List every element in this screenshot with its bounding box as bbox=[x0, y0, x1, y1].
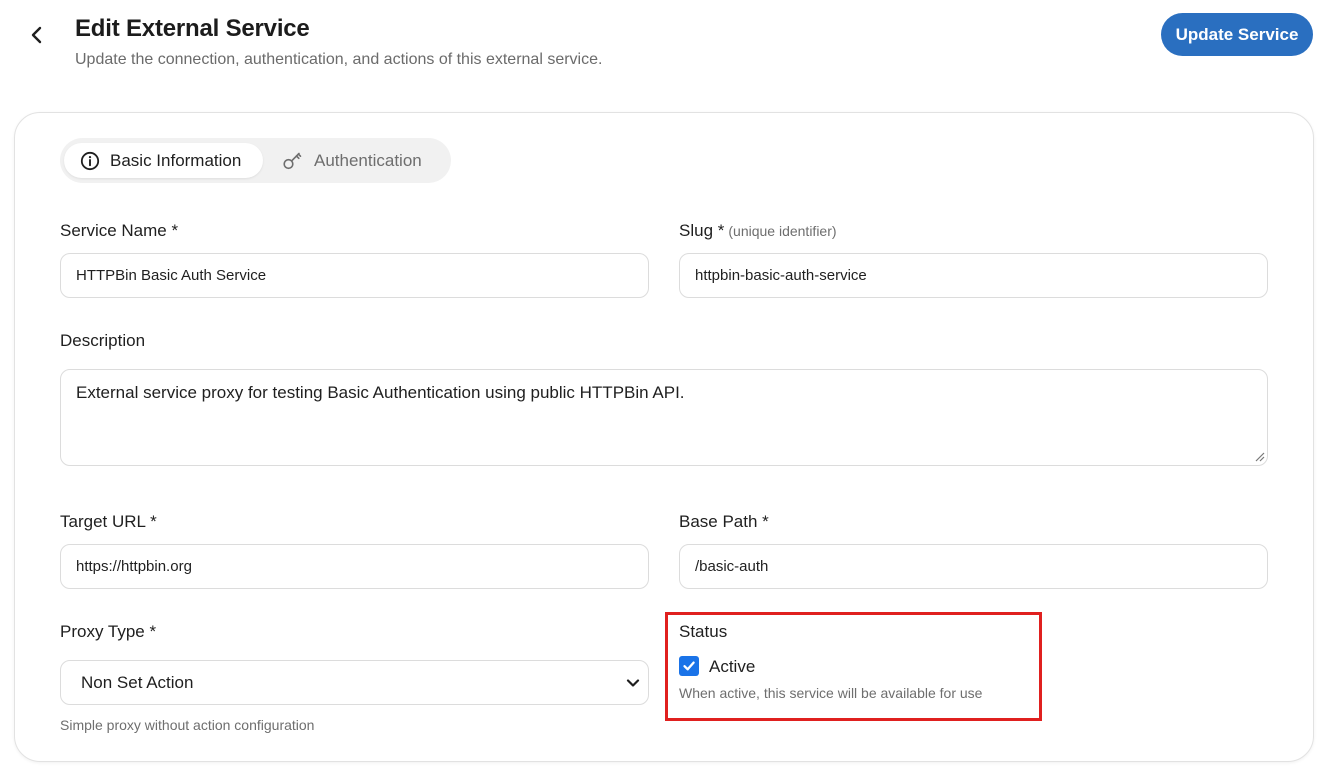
update-service-button[interactable]: Update Service bbox=[1161, 13, 1313, 56]
proxy-type-label: Proxy Type * bbox=[60, 622, 157, 641]
active-checkbox-label[interactable]: Active bbox=[709, 657, 755, 677]
chevron-down-icon bbox=[626, 679, 640, 687]
proxy-type-help: Simple proxy without action configuratio… bbox=[60, 717, 315, 733]
page-subtitle: Update the connection, authentication, a… bbox=[75, 51, 603, 68]
slug-input[interactable] bbox=[679, 253, 1268, 298]
chevron-left-icon bbox=[31, 26, 42, 44]
tab-basic-information[interactable]: Basic Information bbox=[64, 143, 263, 178]
tab-label: Authentication bbox=[314, 150, 422, 170]
target-url-label: Target URL * bbox=[60, 512, 157, 531]
slug-label: Slug * (unique identifier) bbox=[679, 221, 837, 241]
active-checkbox[interactable] bbox=[679, 656, 699, 676]
info-icon bbox=[80, 151, 100, 170]
back-button[interactable] bbox=[24, 22, 50, 48]
base-path-label: Base Path * bbox=[679, 512, 769, 531]
page-header: Edit External Service Update the connect… bbox=[0, 0, 1336, 100]
proxy-type-select[interactable]: Non Set Action bbox=[60, 660, 649, 705]
status-help: When active, this service will be availa… bbox=[679, 685, 983, 701]
tab-bar: Basic Information Authentication bbox=[60, 138, 451, 183]
status-label: Status bbox=[679, 622, 728, 641]
resize-grip-icon[interactable] bbox=[1255, 452, 1265, 462]
service-name-input[interactable] bbox=[60, 253, 649, 298]
target-url-input[interactable] bbox=[60, 544, 649, 589]
base-path-input[interactable] bbox=[679, 544, 1268, 589]
key-icon bbox=[283, 152, 302, 169]
tab-authentication[interactable]: Authentication bbox=[272, 143, 447, 178]
page-title: Edit External Service bbox=[75, 15, 310, 42]
service-name-label: Service Name * bbox=[60, 221, 179, 240]
slug-hint: (unique identifier) bbox=[728, 223, 837, 239]
checkmark-icon bbox=[683, 661, 695, 671]
proxy-type-selected: Non Set Action bbox=[81, 672, 194, 692]
tab-label: Basic Information bbox=[110, 150, 242, 170]
description-label: Description bbox=[60, 331, 146, 350]
slug-label-text: Slug * bbox=[679, 221, 725, 240]
description-textarea[interactable]: External service proxy for testing Basic… bbox=[60, 369, 1268, 466]
